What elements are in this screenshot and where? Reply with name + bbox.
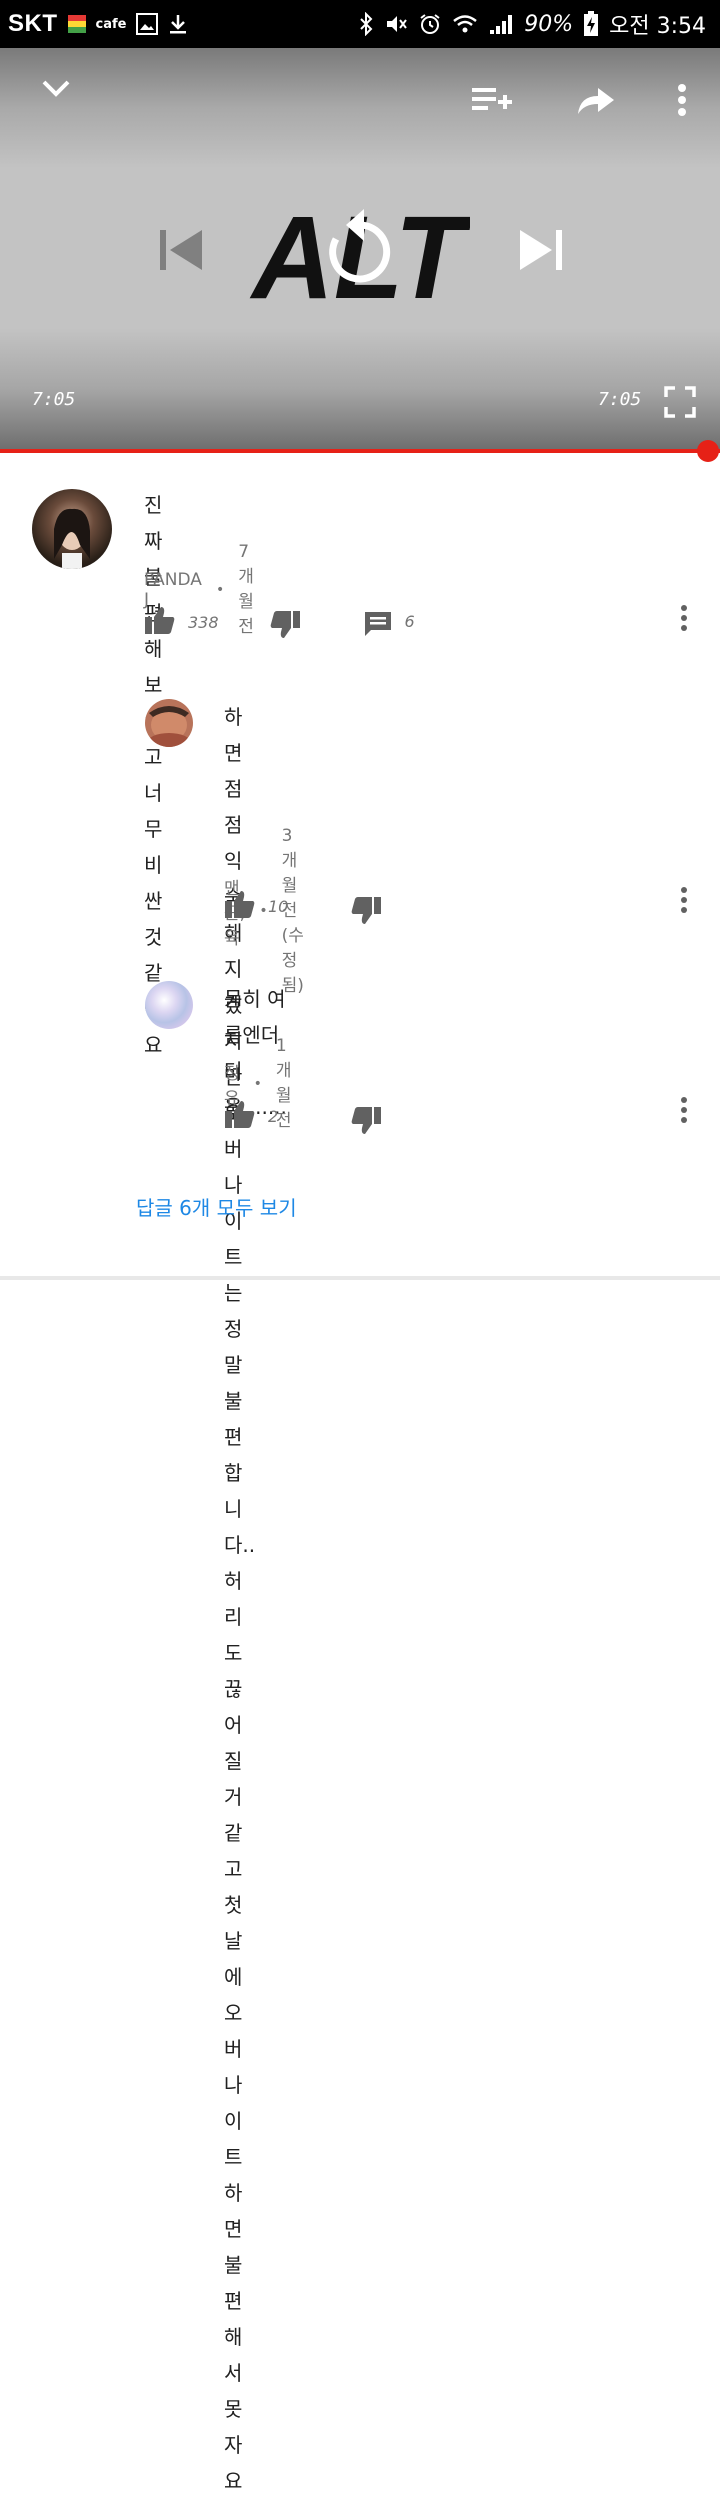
like-button[interactable]: 10 xyxy=(224,889,288,923)
like-button[interactable]: 338 xyxy=(144,605,219,639)
download-icon xyxy=(168,13,188,35)
fullscreen-icon[interactable] xyxy=(664,386,696,422)
avatar[interactable] xyxy=(145,699,193,747)
battery-charging-icon xyxy=(583,11,599,37)
thumbs-up-icon xyxy=(224,1099,256,1133)
more-vert-icon[interactable] xyxy=(675,604,693,636)
thumbs-up-icon xyxy=(144,605,176,639)
battery-percent: 90% xyxy=(524,11,574,37)
wifi-icon xyxy=(452,12,478,36)
dislike-button[interactable] xyxy=(350,896,382,930)
comment-actions: 2 xyxy=(224,1092,382,1140)
app-icon xyxy=(67,15,86,33)
comment-text-line: 오버나이트하면 불편해서 못자요 xyxy=(224,2001,243,2493)
thumbs-down-icon xyxy=(269,611,301,644)
more-vert-icon[interactable] xyxy=(675,886,693,918)
dislike-button[interactable] xyxy=(350,1106,382,1140)
skip-next-icon[interactable] xyxy=(518,228,564,276)
bluetooth-icon xyxy=(358,12,374,36)
thumbs-up-icon xyxy=(224,889,256,923)
like-count: 10 xyxy=(268,896,289,916)
video-player[interactable]: ALT 7:05 7:05 xyxy=(0,48,720,449)
chevron-down-icon[interactable] xyxy=(40,76,72,104)
clock: 오전 3:54 xyxy=(609,14,706,39)
comment-icon xyxy=(363,610,393,642)
comment-text-line: 정말불편합니다.. 허리도 끊어질거같고 첫날에 xyxy=(224,1317,256,1989)
comment-actions: 338 6 xyxy=(144,600,415,644)
carrier-label: SKT xyxy=(8,10,58,37)
cafe-label: cafe xyxy=(95,16,127,32)
comment-actions: 10 xyxy=(224,882,382,930)
like-button[interactable]: 2 xyxy=(224,1099,278,1133)
like-count: 2 xyxy=(268,1106,279,1126)
current-time: 7:05 xyxy=(32,389,76,410)
image-icon xyxy=(136,13,159,35)
skip-previous-icon[interactable] xyxy=(158,228,204,276)
replay-icon[interactable] xyxy=(324,203,396,293)
scrubber-handle[interactable] xyxy=(697,440,719,462)
divider xyxy=(0,1276,720,1280)
view-all-replies-link[interactable]: 답글 6개 모두 보기 xyxy=(136,1192,297,1221)
reply-count: 6 xyxy=(404,611,415,631)
duration: 7:05 xyxy=(598,389,642,410)
separator-dot: • xyxy=(253,1075,262,1092)
thumbs-down-icon xyxy=(350,897,382,930)
mute-icon xyxy=(384,12,408,36)
reply-button[interactable]: 6 xyxy=(363,610,415,642)
signal-icon xyxy=(488,12,514,36)
status-bar: SKT cafe 90% 오전 3:54 xyxy=(0,0,720,48)
dislike-button[interactable] xyxy=(269,610,301,644)
alarm-icon xyxy=(418,12,442,36)
avatar[interactable] xyxy=(32,489,112,569)
more-vert-icon[interactable] xyxy=(675,1096,693,1128)
thumbs-down-icon xyxy=(350,1107,382,1140)
add-to-playlist-icon[interactable] xyxy=(470,84,514,122)
like-count: 338 xyxy=(188,612,219,632)
more-vert-icon[interactable] xyxy=(672,82,692,122)
separator-dot: • xyxy=(215,581,225,598)
progress-bar[interactable] xyxy=(0,449,720,453)
share-icon[interactable] xyxy=(576,84,616,122)
avatar[interactable] xyxy=(145,981,193,1029)
